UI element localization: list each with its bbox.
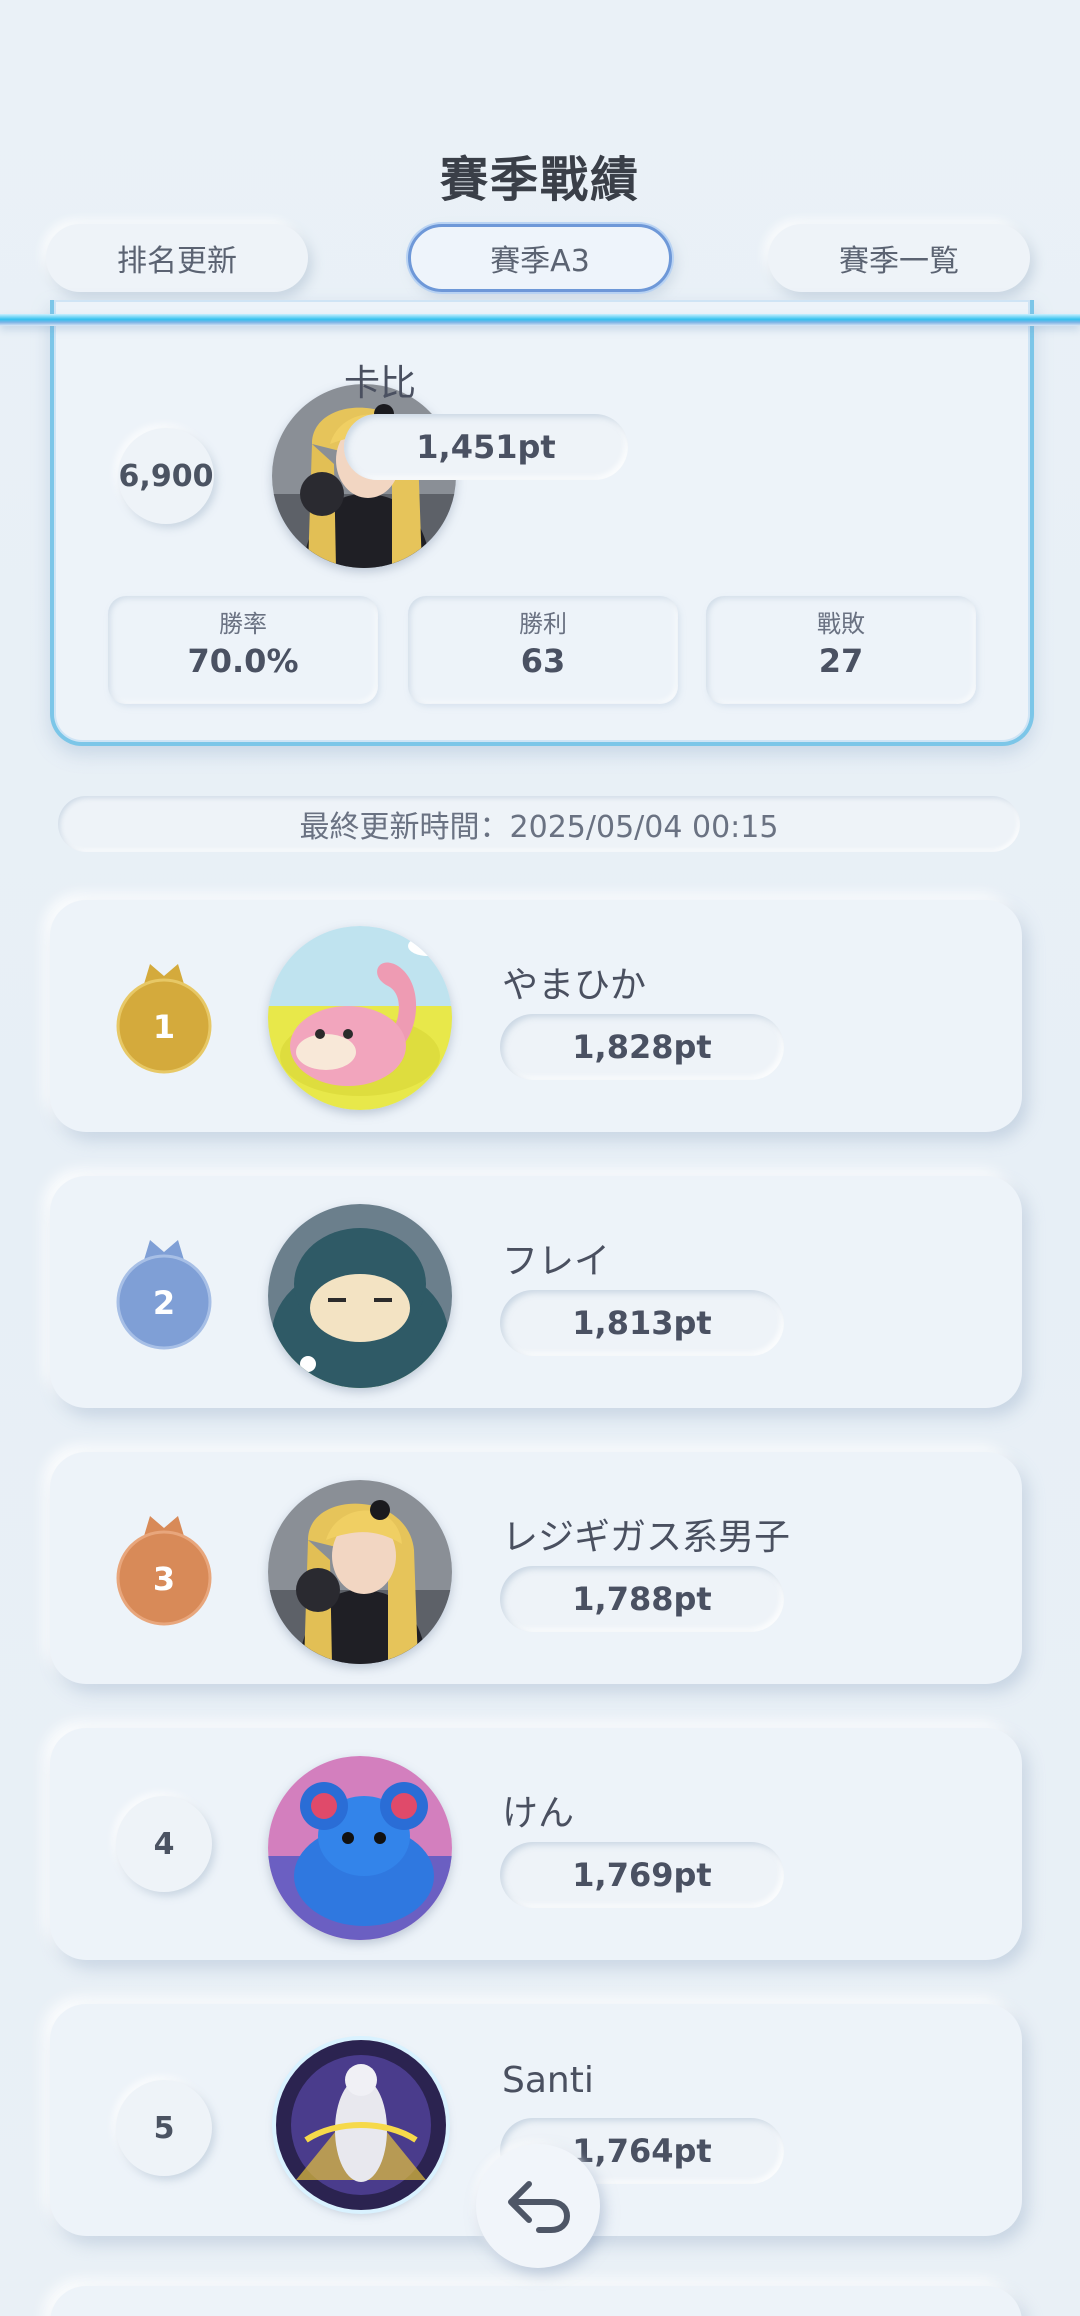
my-points: 1,451pt bbox=[344, 414, 628, 480]
return-arrow-icon bbox=[508, 2181, 571, 2233]
silver-medal-icon: 2 bbox=[116, 1240, 212, 1350]
player-avatar bbox=[268, 1756, 452, 1940]
player-avatar bbox=[268, 1204, 452, 1388]
player-name: Santi bbox=[502, 2060, 594, 2101]
rank-badge: 5 bbox=[116, 2080, 212, 2176]
player-points: 1,828pt bbox=[500, 1014, 784, 1080]
player-points: 1,788pt bbox=[500, 1566, 784, 1632]
season-record-screen: 賽季戰績 排名更新 賽季A3 賽季一覧 6,900 卡比 1,451pt 勝率 … bbox=[0, 0, 1080, 2316]
player-avatar bbox=[276, 2040, 446, 2210]
rank-number: 3 bbox=[153, 1560, 175, 1598]
player-name: フレイ bbox=[502, 1241, 611, 1282]
player-name: レジギガス系男子 bbox=[502, 1517, 791, 1558]
my-rank-badge: 6,900 bbox=[118, 428, 214, 524]
gold-medal-icon: 1 bbox=[116, 964, 212, 1074]
stat-label: 勝利 bbox=[519, 610, 567, 638]
player-avatar bbox=[268, 926, 452, 1110]
bronze-medal-icon: 3 bbox=[116, 1516, 212, 1626]
player-points: 1,769pt bbox=[500, 1842, 784, 1908]
ranking-row[interactable]: 2 フレイ 1,813pt bbox=[50, 1176, 1022, 1408]
player-points: 1,813pt bbox=[500, 1290, 784, 1356]
stat-label: 戰敗 bbox=[817, 610, 865, 638]
rank-badge: 4 bbox=[116, 1796, 212, 1892]
stat-label: 勝率 bbox=[219, 610, 267, 638]
tab-rank-update[interactable]: 排名更新 bbox=[46, 224, 308, 292]
ranking-row[interactable]: 4 けん 1,769pt bbox=[50, 1728, 1022, 1960]
player-avatar bbox=[268, 1480, 452, 1664]
stat-value: 27 bbox=[818, 642, 864, 680]
stat-value: 70.0% bbox=[187, 642, 299, 680]
rank-number: 2 bbox=[153, 1284, 175, 1322]
tab-season-a3[interactable]: 賽季A3 bbox=[408, 224, 672, 292]
win-rate-stat: 勝率 70.0% bbox=[108, 596, 378, 704]
ranking-row[interactable]: 1 やまひか 1,828pt bbox=[50, 900, 1022, 1132]
rank-number: 1 bbox=[153, 1008, 175, 1046]
wins-stat: 勝利 63 bbox=[408, 596, 678, 704]
stat-value: 63 bbox=[520, 642, 566, 680]
my-record-card: 6,900 卡比 1,451pt 勝率 70.0% 勝利 63 戰敗 27 bbox=[50, 300, 1034, 746]
ranking-row[interactable]: 3 レジギガス系男子 1,788pt bbox=[50, 1452, 1022, 1684]
player-name: けん bbox=[502, 1793, 575, 1834]
last-updated-bar: 最終更新時間：2025/05/04 00:15 bbox=[58, 796, 1020, 852]
my-player-name: 卡比 bbox=[344, 363, 417, 404]
ranking-row[interactable] bbox=[50, 2286, 1022, 2316]
tab-season-list[interactable]: 賽季一覧 bbox=[768, 224, 1030, 292]
header-divider bbox=[0, 314, 1080, 326]
back-button[interactable] bbox=[476, 2144, 600, 2268]
losses-stat: 戰敗 27 bbox=[706, 596, 976, 704]
page-title: 賽季戰績 bbox=[439, 152, 640, 208]
player-name: やまひか bbox=[502, 965, 647, 1006]
